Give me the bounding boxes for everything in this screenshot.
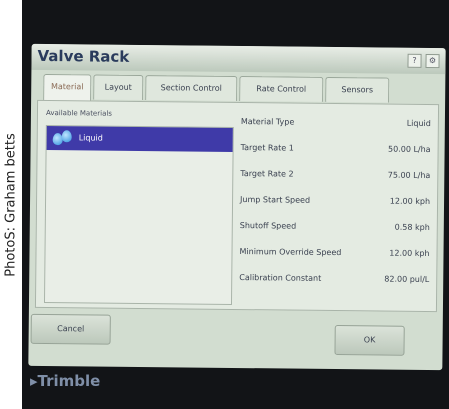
property-value: 0.58 kph bbox=[394, 222, 430, 233]
photo-credit-text: PhotoS: Graham betts bbox=[3, 133, 19, 277]
property-value: 12.00 kph bbox=[389, 196, 431, 207]
property-value: 50.00 L/ha bbox=[387, 144, 431, 155]
property-row: Minimum Override Speed 12.00 kph bbox=[239, 247, 429, 263]
list-item-label: Liquid bbox=[78, 133, 103, 143]
titlebar-icons: ? ⚙ bbox=[407, 53, 440, 69]
list-item-liquid[interactable]: Liquid bbox=[46, 126, 233, 152]
logo-arrow-icon: ▸ bbox=[30, 372, 38, 390]
window-title: Valve Rack bbox=[37, 46, 130, 66]
window-titlebar: Valve Rack ? ⚙ bbox=[31, 43, 446, 75]
tab-layout[interactable]: Layout bbox=[93, 74, 144, 101]
property-name: Material Type bbox=[240, 117, 295, 127]
property-name: Target Rate 2 bbox=[240, 169, 294, 179]
property-value: 82.00 pul/L bbox=[384, 274, 430, 285]
brand-logo: ▸Trimble bbox=[30, 372, 100, 390]
property-row: Material Type Liquid bbox=[241, 117, 431, 133]
help-icon[interactable]: ? bbox=[407, 53, 422, 68]
settings-icon[interactable]: ⚙ bbox=[425, 53, 440, 69]
display-screen: Valve Rack ? ⚙ Material Layout Section C… bbox=[28, 43, 446, 371]
property-name: Calibration Constant bbox=[239, 273, 322, 283]
tab-sensors[interactable]: Sensors bbox=[325, 76, 390, 103]
material-panel: Available Materials Liquid Material Type… bbox=[34, 99, 440, 313]
property-name: Shutoff Speed bbox=[239, 221, 297, 231]
property-name: Minimum Override Speed bbox=[239, 247, 342, 258]
liquid-drops-icon bbox=[52, 130, 75, 146]
photo-credit: PhotoS: Graham betts bbox=[0, 0, 22, 409]
cancel-button[interactable]: Cancel bbox=[30, 313, 111, 345]
property-row: Target Rate 2 75.00 L/ha bbox=[240, 169, 430, 185]
property-value: 12.00 kph bbox=[389, 248, 430, 259]
brand-name: Trimble bbox=[37, 372, 101, 390]
property-value: Liquid bbox=[406, 118, 431, 129]
materials-list[interactable]: Liquid bbox=[43, 124, 234, 305]
property-row: Shutoff Speed 0.58 kph bbox=[240, 221, 430, 237]
property-row: Jump Start Speed 12.00 kph bbox=[240, 195, 430, 211]
property-row: Calibration Constant 82.00 pul/L bbox=[239, 273, 429, 289]
tab-material[interactable]: Material bbox=[43, 73, 92, 102]
tab-rate-control[interactable]: Rate Control bbox=[239, 76, 324, 102]
property-name: Jump Start Speed bbox=[240, 195, 311, 205]
property-value: 75.00 L/ha bbox=[387, 170, 431, 181]
available-materials-heading: Available Materials bbox=[45, 108, 113, 118]
material-properties: Material Type Liquid Target Rate 1 50.00… bbox=[239, 117, 431, 284]
ok-button[interactable]: OK bbox=[334, 325, 405, 356]
property-name: Target Rate 1 bbox=[240, 143, 294, 153]
tab-section-control[interactable]: Section Control bbox=[145, 75, 238, 101]
property-row: Target Rate 1 50.00 L/ha bbox=[241, 143, 431, 159]
